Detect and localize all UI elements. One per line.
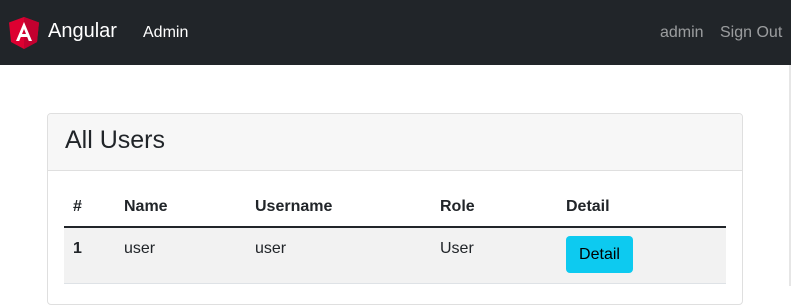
column-header-detail: Detail (566, 198, 610, 215)
table-row-divider (64, 283, 726, 284)
column-header-username: Username (255, 198, 333, 215)
cell-name: user (124, 240, 156, 257)
page-title: All Users (65, 126, 166, 154)
nav-link-sign-out[interactable]: Sign Out (720, 24, 782, 42)
brand-name[interactable]: Angular (48, 20, 117, 43)
cell-index: 1 (73, 240, 82, 257)
nav-link-admin[interactable]: Admin (143, 24, 188, 42)
angular-logo-icon[interactable] (9, 17, 39, 49)
top-navbar: Angular Admin admin Sign Out (0, 0, 791, 65)
nav-link-current-user[interactable]: admin (660, 24, 704, 42)
cell-role: User (440, 240, 474, 257)
cell-username: user (255, 240, 287, 257)
column-header-index: # (73, 198, 82, 215)
column-header-role: Role (440, 198, 475, 215)
card-header: All Users (48, 114, 742, 171)
column-header-name: Name (124, 198, 168, 215)
detail-button[interactable]: Detail (566, 236, 633, 273)
